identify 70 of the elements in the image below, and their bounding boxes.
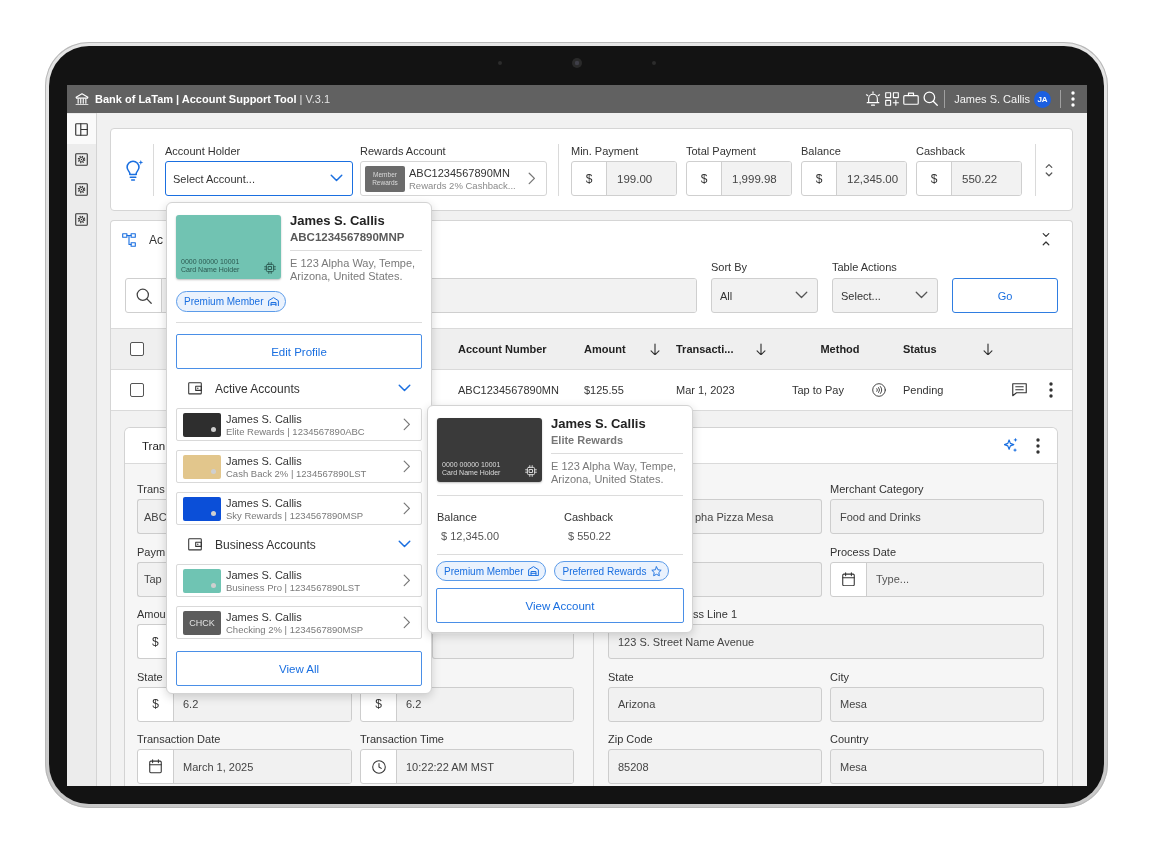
- field-label: Account Holder: [165, 144, 242, 158]
- field-label: State: [137, 669, 163, 684]
- address-text: E 123 Alpha Way, Tempe, Arizona, United States.: [551, 460, 678, 486]
- field-label: ss Line 1: [693, 607, 738, 621]
- account-holder-name: James S. Callis: [551, 415, 647, 432]
- table-cell: $125.55: [584, 384, 624, 396]
- stat-value: $ 12,345.00: [440, 529, 501, 543]
- amount-value: 1,999.98: [732, 172, 777, 185]
- plan-name: Elite Rewards: [551, 433, 625, 448]
- field-label: Transaction Date: [137, 732, 221, 746]
- account-holder-name: James S. Callis: [226, 610, 303, 624]
- field-label: City: [830, 669, 849, 684]
- field-label: Sort By: [711, 260, 749, 274]
- account-tile: CHCK: [183, 610, 221, 635]
- account-detail: Checking 2% | 1234567890MSP: [226, 623, 365, 635]
- currency-symbol: $: [700, 171, 708, 186]
- account-number: ABC1234567890MNP: [290, 230, 406, 245]
- badge-label: Premium Member: [184, 296, 264, 307]
- field-label: Total Payment: [686, 144, 757, 158]
- amount-value: 199.00: [617, 172, 653, 185]
- field-label: Country: [830, 732, 869, 746]
- field-value: 6.2: [406, 698, 422, 710]
- account-detail: Elite Rewards | 1234567890ABC: [226, 425, 366, 437]
- table-cell: Tap to Pay: [792, 384, 844, 396]
- field-label: Balance: [801, 144, 842, 158]
- panel-title: Ac: [149, 232, 163, 247]
- account-holder-name: James S. Callis: [226, 568, 303, 582]
- account-number: ABC1234567890MN: [409, 166, 511, 180]
- account-detail: Cash Back 2% | 1234567890LST: [226, 467, 368, 479]
- account-holder-name: James S. Callis: [226, 454, 303, 468]
- account-holder-name: James S. Callis: [290, 212, 386, 229]
- field-label: Zip Code: [608, 732, 653, 746]
- field-label: Transaction Time: [360, 732, 444, 746]
- stat-label: Balance: [437, 510, 478, 524]
- field-value: 10:22:22 AM MST: [406, 760, 495, 773]
- table-cell: Mar 1, 2023: [676, 384, 735, 396]
- currency-symbol: $: [815, 171, 823, 186]
- stat-label: Cashback: [564, 510, 614, 524]
- badge-label: Premium Member: [444, 565, 524, 577]
- field-label: Min. Payment: [571, 144, 640, 158]
- field-value: March 1, 2025: [183, 760, 254, 773]
- account-description: Rewards 2% Cashback...: [409, 179, 517, 191]
- account-holder-name: James S. Callis: [226, 412, 303, 426]
- field-label: Paym: [137, 544, 166, 559]
- field-label: Merchant Category: [830, 482, 924, 496]
- table-cell: ABC1234567890MN: [458, 384, 559, 396]
- field-label: Cashback: [916, 144, 966, 158]
- app-title: Bank of LaTam | Account Support Tool | V.3.1: [95, 93, 331, 105]
- field-label: Trans: [137, 482, 165, 496]
- field-label: Amou: [137, 607, 166, 621]
- currency-symbol: $: [152, 697, 159, 711]
- currency-symbol: $: [930, 171, 938, 186]
- field-label: Process Date: [830, 544, 897, 559]
- address-text: E 123 Alpha Way, Tempe, Arizona, United States.: [290, 257, 417, 283]
- field-label: Table Actions: [832, 260, 898, 274]
- field-label: Rewards Account: [360, 144, 447, 158]
- currency-symbol: $: [152, 634, 159, 649]
- account-holder-name: James S. Callis: [226, 496, 303, 510]
- field-value: 6.2: [183, 698, 199, 710]
- field-placeholder: Type...: [876, 573, 910, 585]
- amount-value: 12,345.00: [847, 172, 899, 185]
- field-label: State: [608, 669, 634, 684]
- currency-symbol: $: [585, 171, 593, 186]
- table-cell: Pending: [903, 384, 944, 396]
- account-detail: Sky Rewards | 1234567890MSP: [226, 509, 365, 521]
- badge-label: Preferred Rewards: [562, 565, 647, 577]
- stat-value: $ 550.22: [567, 529, 612, 543]
- amount-value: 550.22: [962, 172, 998, 185]
- currency-symbol: $: [375, 697, 382, 711]
- account-detail: Business Pro | 1234567890LST: [226, 581, 361, 593]
